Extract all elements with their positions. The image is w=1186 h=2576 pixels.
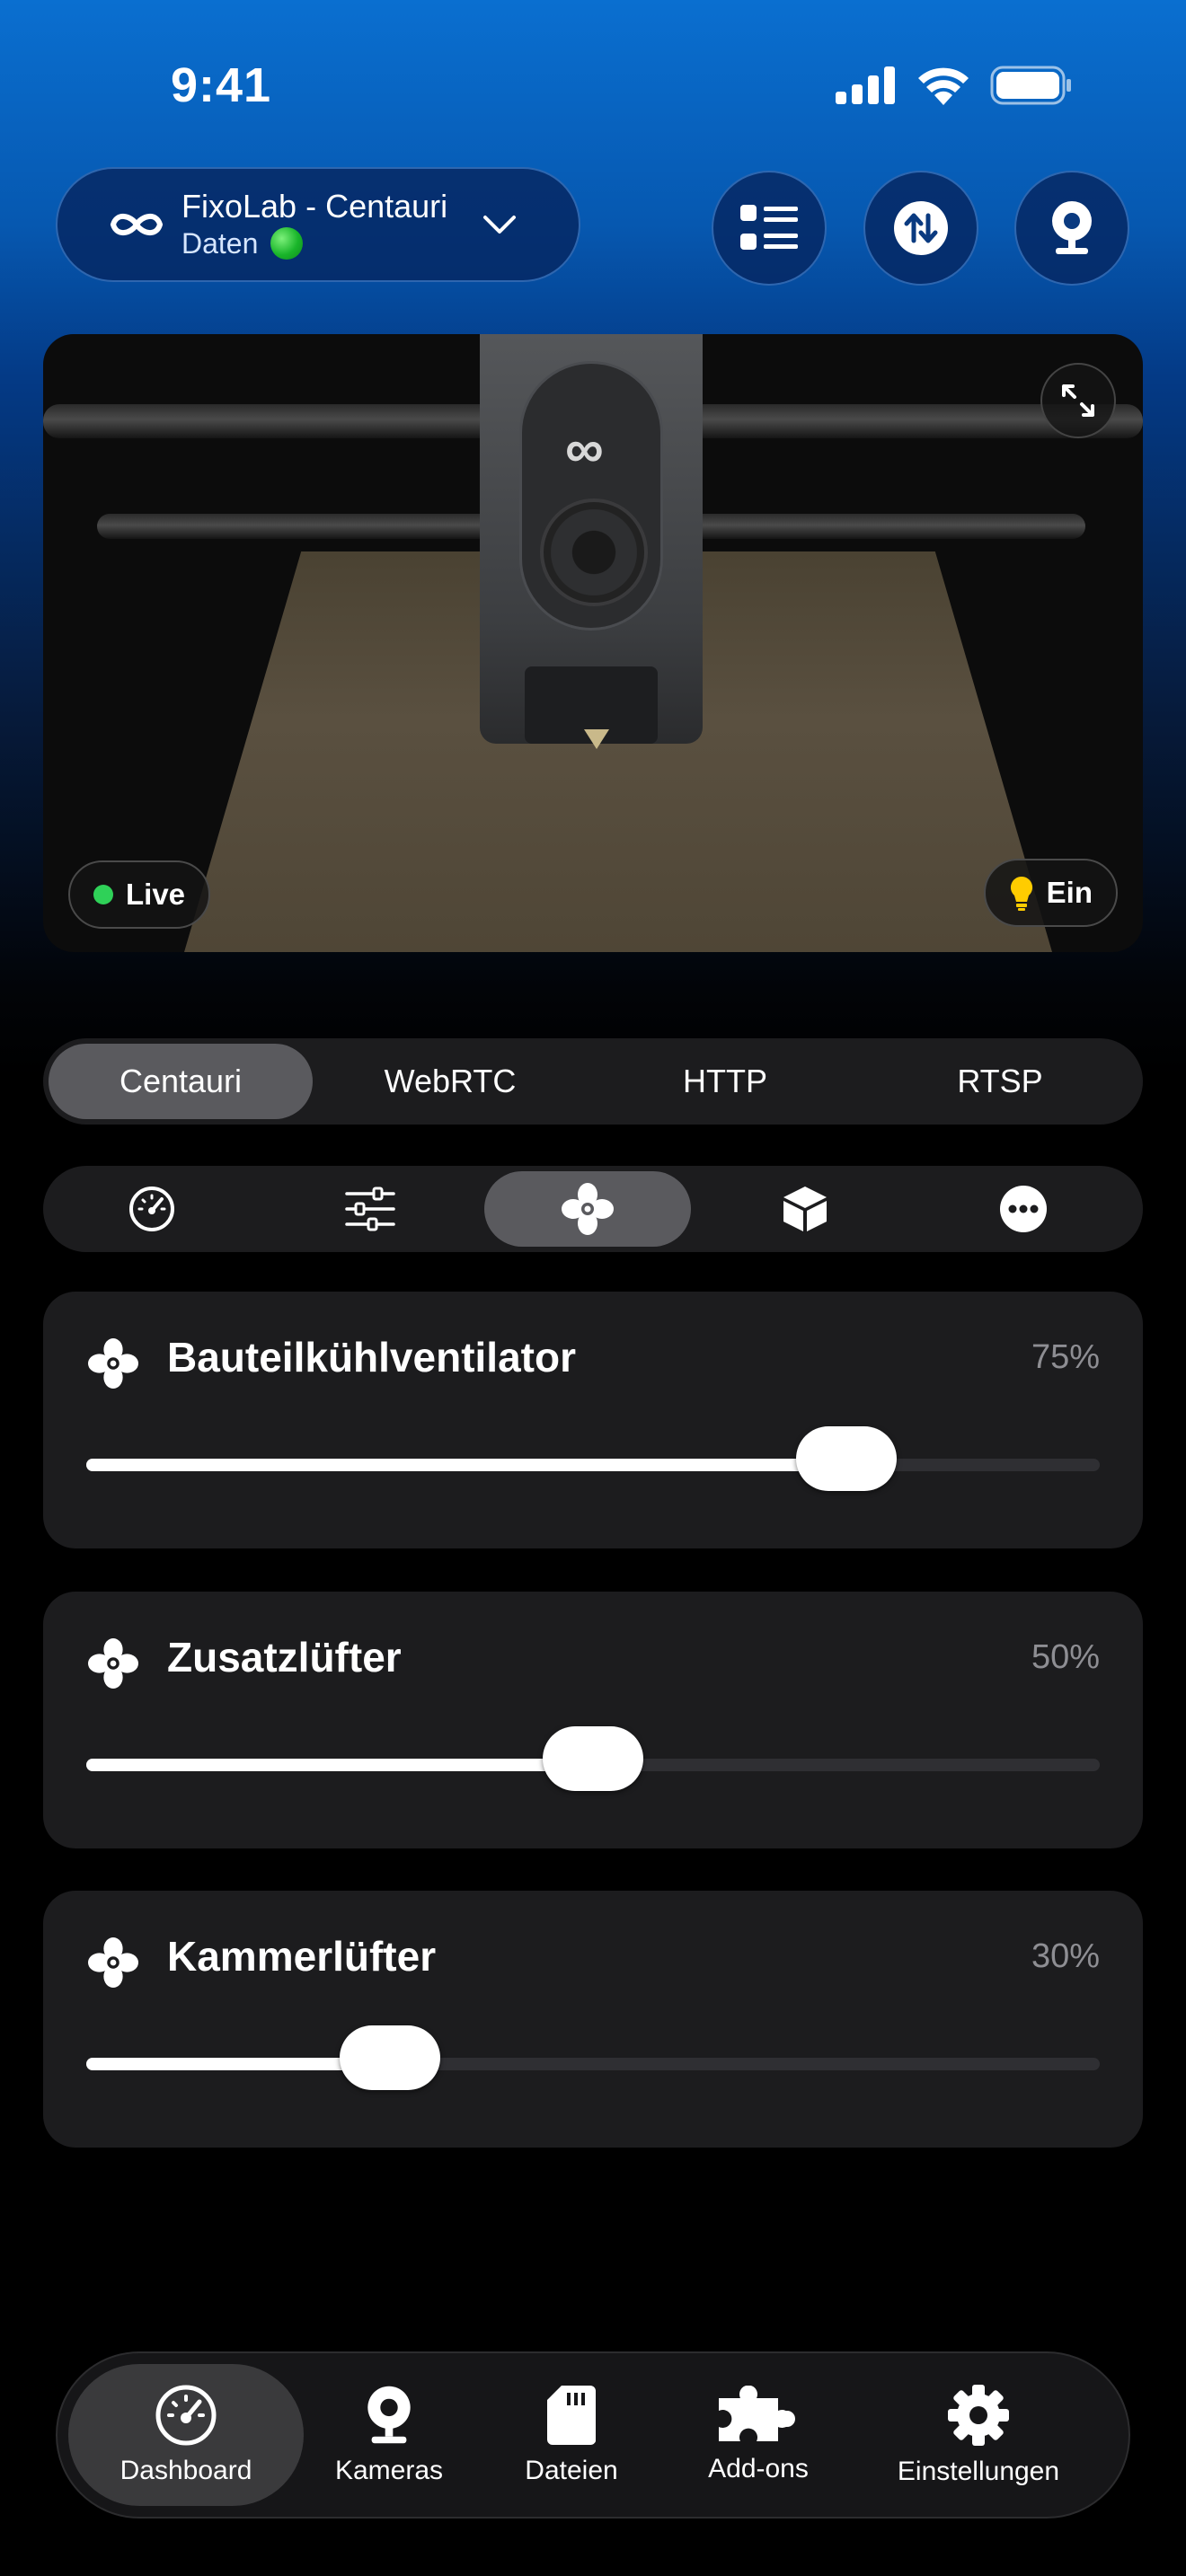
- fan-icon: [88, 1338, 138, 1389]
- tab-gauge[interactable]: [49, 1171, 255, 1247]
- webcam-icon: [1052, 201, 1092, 254]
- tab-label: Kameras: [334, 2456, 444, 2485]
- light-bulb-icon: [1010, 876, 1032, 911]
- box-icon: [783, 1187, 828, 1231]
- nozzle: [584, 729, 609, 749]
- battery-icon: [990, 66, 1071, 105]
- cellular-signal-icon: [836, 66, 895, 104]
- puzzle-icon: [719, 2386, 795, 2441]
- tab-filament[interactable]: [702, 1171, 908, 1247]
- tab-einstellungen[interactable]: Einstellungen: [848, 2364, 1109, 2506]
- wifi-icon: [918, 67, 969, 105]
- printer-selector[interactable]: FixoLab - Centauri Daten: [56, 167, 580, 282]
- camera-source-tabs: Centauri WebRTC HTTP RTSP: [43, 1038, 1143, 1125]
- live-label: Live: [126, 878, 186, 911]
- live-badge: Live: [68, 860, 211, 929]
- status-dot: [270, 227, 304, 260]
- tab-centauri[interactable]: Centauri: [49, 1044, 313, 1119]
- fan-name: Zusatzlüfter: [167, 1634, 402, 1681]
- sliders-icon: [344, 1187, 395, 1231]
- fan-value: 50%: [1031, 1638, 1100, 1676]
- fan-icon: [88, 1937, 138, 1988]
- chevron-down-icon: [483, 216, 517, 234]
- fan-card-chamber: Kammerlüfter 30%: [43, 1891, 1143, 2148]
- printer-status: Daten: [181, 225, 447, 261]
- fan-slider[interactable]: [86, 2025, 1100, 2090]
- status-icons: [836, 63, 1073, 108]
- fan-value: 30%: [1031, 1937, 1100, 1975]
- fullscreen-button[interactable]: [1040, 363, 1116, 438]
- hotend-fan-image: [540, 498, 648, 606]
- tab-label: Add-ons: [708, 2454, 809, 2483]
- list-icon: [740, 205, 798, 250]
- printer-name: FixoLab - Centauri: [181, 188, 448, 225]
- webcam-button[interactable]: [1014, 171, 1129, 286]
- tab-sliders[interactable]: [266, 1171, 473, 1247]
- print-head-panel: ∞: [519, 361, 663, 631]
- fan-card-auxiliary: Zusatzlüfter 50%: [43, 1592, 1143, 1848]
- gear-icon: [948, 2385, 1009, 2446]
- infinity-logo-icon: ∞: [565, 419, 604, 479]
- fan-name: Kammerlüfter: [167, 1933, 437, 1980]
- tab-label: Dateien: [525, 2456, 618, 2485]
- webcam-icon: [367, 2386, 411, 2444]
- tab-label: Einstellungen: [897, 2457, 1060, 2486]
- control-section-tabs: [43, 1166, 1143, 1252]
- tab-kameras[interactable]: Kameras: [304, 2364, 474, 2506]
- light-toggle[interactable]: Ein: [983, 859, 1118, 927]
- fan-slider-fill: [86, 1759, 593, 1771]
- gauge-icon: [129, 1187, 175, 1231]
- fan-slider-thumb[interactable]: [340, 2025, 441, 2090]
- tab-dateien[interactable]: Dateien: [474, 2364, 668, 2506]
- fan-value: 75%: [1031, 1338, 1100, 1376]
- fan-name: Bauteilkühlventilator: [167, 1334, 576, 1381]
- tab-add-ons[interactable]: Add-ons: [668, 2364, 848, 2506]
- tab-http[interactable]: HTTP: [588, 1044, 863, 1119]
- fan-icon: [562, 1183, 615, 1235]
- list-button[interactable]: [712, 171, 827, 286]
- expand-icon: [1062, 384, 1094, 417]
- more-icon: [999, 1186, 1047, 1232]
- camera-preview[interactable]: ∞ Live Ein: [43, 334, 1143, 952]
- tab-fans[interactable]: [483, 1171, 692, 1247]
- fan-slider-thumb[interactable]: [543, 1726, 643, 1791]
- sd-card-icon: [547, 2386, 596, 2446]
- fan-slider[interactable]: [86, 1426, 1100, 1491]
- tab-webrtc[interactable]: WebRTC: [313, 1044, 588, 1119]
- fan-slider-fill: [86, 1459, 846, 1471]
- printer-info: FixoLab - Centauri Daten: [181, 188, 447, 261]
- light-label: Ein: [1046, 876, 1093, 909]
- fan-icon: [88, 1638, 138, 1689]
- infinity-logo-icon: [110, 214, 164, 235]
- fan-card-part-cooling: Bauteilkühlventilator 75%: [43, 1292, 1143, 1548]
- transfer-button[interactable]: [863, 171, 978, 286]
- print-head-image: ∞: [480, 334, 703, 749]
- tab-label: Dashboard: [119, 2456, 252, 2485]
- speedometer-icon: [155, 2385, 217, 2446]
- tab-more[interactable]: [920, 1171, 1127, 1247]
- status-time: 9:41: [171, 58, 272, 112]
- fan-slider[interactable]: [86, 1726, 1100, 1791]
- fan-slider-thumb[interactable]: [796, 1426, 897, 1491]
- printer-status-label: Daten: [181, 227, 259, 260]
- tab-dashboard[interactable]: Dashboard: [68, 2364, 304, 2506]
- bottom-tab-bar: Dashboard Kameras Dateien Add-ons Einste…: [56, 2351, 1130, 2519]
- transfer-icon: [894, 201, 948, 255]
- live-dot: [93, 885, 113, 904]
- tab-rtsp[interactable]: RTSP: [863, 1044, 1137, 1119]
